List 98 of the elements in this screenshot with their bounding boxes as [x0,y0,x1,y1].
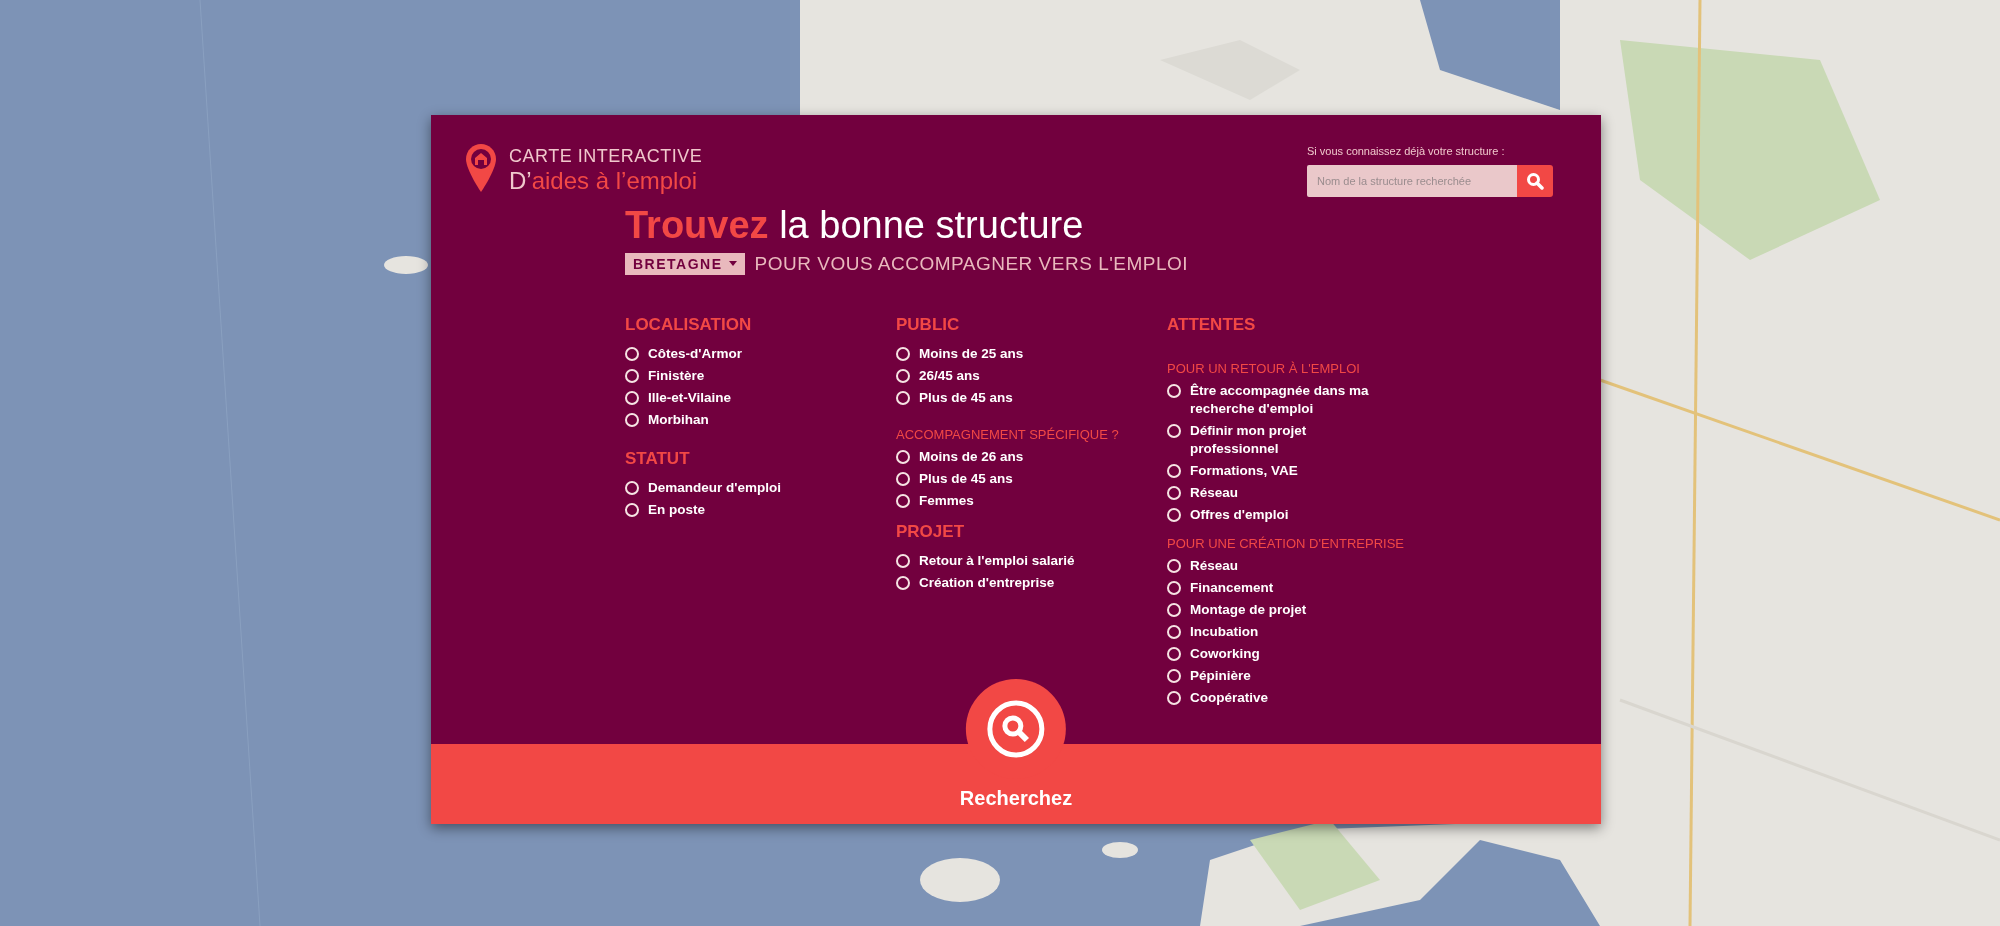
radio-button[interactable] [896,368,910,383]
radio-option[interactable]: Coworking [1167,642,1397,665]
radio-button[interactable] [625,368,639,383]
option-label: Côtes-d'Armor [648,344,742,363]
radio-button[interactable] [1167,463,1181,478]
radio-option[interactable]: 26/45 ans [896,364,1126,387]
search-icon [1526,172,1544,190]
option-label: Offres d'emploi [1190,505,1289,524]
option-label: En poste [648,500,705,519]
section-heading: ATTENTES [1167,314,1257,335]
map-pin-house-icon [465,143,497,193]
radio-option[interactable]: Moins de 26 ans [896,445,1126,468]
radio-option[interactable]: Définir mon projet professionnel [1167,419,1397,460]
headline: Trouvez la bonne structure [625,205,1085,247]
radio-option[interactable]: Demandeur d'emploi [625,476,855,499]
option-label: Création d'entreprise [919,573,1055,592]
option-label: Montage de projet [1190,600,1307,619]
radio-button[interactable] [1167,558,1181,573]
radio-option[interactable]: Femmes [896,489,1126,512]
radio-button[interactable] [1167,646,1181,661]
logo-text: CARTE INTERACTIVE [509,147,703,165]
option-label: Financement [1190,578,1274,597]
radio-button[interactable] [896,493,910,508]
radio-option[interactable]: Financement [1167,576,1397,599]
radio-button[interactable] [1167,507,1181,522]
option-label: Finistère [648,366,705,385]
search-label: Si vous connaissez déjà votre structure : [1307,145,1506,157]
option-label: Moins de 26 ans [919,447,1024,466]
option-label: Coworking [1190,644,1260,663]
radio-option[interactable]: Ille-et-Vilaine [625,386,855,409]
search-button[interactable] [1517,165,1553,197]
radio-button[interactable] [896,553,910,568]
radio-button[interactable] [625,346,639,361]
option-label: Retour à l'emploi salarié [919,551,1075,570]
option-label: Plus de 45 ans [919,469,1013,488]
radio-button[interactable] [1167,485,1181,500]
radio-option[interactable]: Plus de 45 ans [896,386,1126,409]
radio-option[interactable]: Morbihan [625,408,855,431]
radio-button[interactable] [896,390,910,405]
radio-button[interactable] [1167,624,1181,639]
radio-button[interactable] [625,502,639,517]
section-heading: PROJET [896,521,966,542]
option-label: Pépinière [1190,666,1251,685]
radio-option[interactable]: Finistère [625,364,855,387]
logo-text: D’aides à l’emploi [509,169,699,193]
radio-button[interactable] [1167,690,1181,705]
radio-option[interactable]: Création d'entreprise [896,571,1126,594]
radio-option[interactable]: Moins de 25 ans [896,342,1126,365]
radio-button[interactable] [1167,602,1181,617]
section-heading: PUBLIC [896,314,961,335]
section-subheading: POUR UNE CRÉATION D'ENTREPRISE [1167,535,1405,551]
option-label: Être accompagnée dans ma recherche d'emploi [1190,381,1370,418]
radio-option[interactable]: En poste [625,498,855,521]
radio-button[interactable] [625,412,639,427]
caret-icon [728,261,737,267]
option-label: Plus de 45 ans [919,388,1013,407]
option-label: Femmes [919,491,974,510]
section-subheading: ACCOMPAGNEMENT SPÉCIFIQUE ? [896,426,1120,442]
radio-button[interactable] [896,471,910,486]
option-label: Ille-et-Vilaine [648,388,732,407]
section-heading: LOCALISATION [625,314,753,335]
search-icon [986,699,1046,759]
radio-button[interactable] [1167,668,1181,683]
option-label: Définir mon projet professionnel [1190,421,1308,458]
radio-button[interactable] [1167,383,1181,398]
subtitle: POUR VOUS ACCOMPAGNER VERS L'EMPLOI [754,252,1189,275]
radio-option[interactable]: Plus de 45 ans [896,467,1126,490]
option-label: Morbihan [648,410,709,429]
option-label: Réseau [1190,483,1239,502]
radio-option[interactable]: Montage de projet [1167,598,1397,621]
radio-option[interactable]: Côtes-d'Armor [625,342,855,365]
region-dropdown[interactable]: BRETAGNE [625,252,745,275]
radio-option[interactable]: Être accompagnée dans ma recherche d'emploi [1167,379,1397,420]
radio-button[interactable] [625,480,639,495]
radio-option[interactable]: Retour à l'emploi salarié [896,549,1126,572]
option-label: 26/45 ans [919,366,980,385]
option-label: Réseau [1190,556,1239,575]
option-label: Demandeur d'emploi [648,478,781,497]
radio-button[interactable] [896,346,910,361]
radio-button[interactable] [896,575,910,590]
search-field[interactable]: Nom de la structure recherchée [1307,165,1517,197]
section-subheading: POUR UN RETOUR À L'EMPLOI [1167,360,1361,376]
radio-option[interactable]: Offres d'emploi [1167,503,1397,526]
option-label: Formations, VAE [1190,461,1298,480]
radio-button[interactable] [1167,580,1181,595]
option-label: Coopérative [1190,688,1269,707]
radio-option[interactable]: Pépinière [1167,664,1397,687]
option-label: Moins de 25 ans [919,344,1024,363]
radio-option[interactable]: Réseau [1167,481,1397,504]
radio-option[interactable]: Réseau [1167,554,1397,577]
radio-button[interactable] [896,449,910,464]
radio-button[interactable] [1167,423,1181,438]
section-heading: STATUT [625,448,691,469]
radio-option[interactable]: Incubation [1167,620,1397,643]
radio-option[interactable]: Formations, VAE [1167,459,1397,482]
radio-option[interactable]: Coopérative [1167,686,1397,709]
option-label: Incubation [1190,622,1259,641]
radio-button[interactable] [625,390,639,405]
